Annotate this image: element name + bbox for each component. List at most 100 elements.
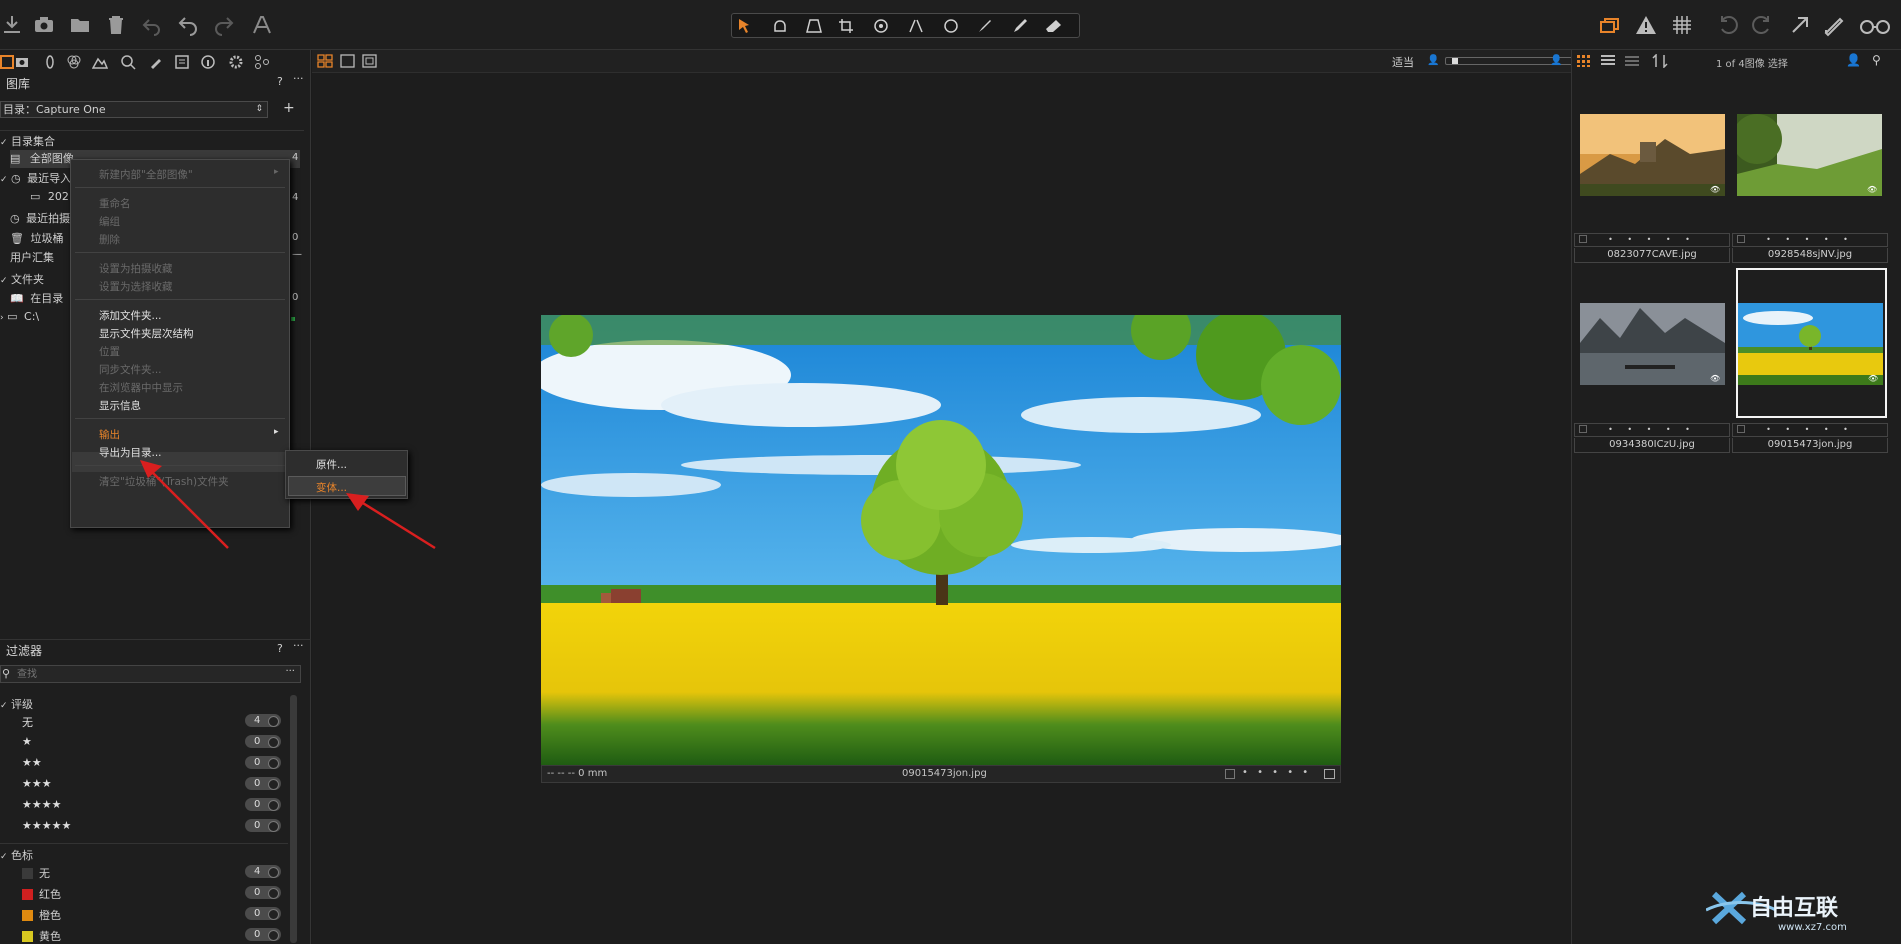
color-count-toggle[interactable]: 0 <box>245 928 281 941</box>
grid-icon[interactable] <box>1670 13 1694 37</box>
color-tab-icon[interactable] <box>66 54 82 70</box>
rating-filter-row[interactable]: 无4 <box>22 714 286 732</box>
sort-icon[interactable] <box>1652 54 1668 68</box>
thumbnail-image[interactable]: 👁 <box>1738 303 1883 385</box>
rating-filter-row[interactable]: ★★★★★ 0 <box>22 819 286 837</box>
thumb-rating-dots[interactable]: • • • • • <box>1574 233 1730 247</box>
info-icon[interactable] <box>1324 769 1335 779</box>
rating-filter-row[interactable]: ★★★★ 0 <box>22 798 286 816</box>
lens-tab-icon[interactable] <box>42 54 58 70</box>
output-tab-icon[interactable] <box>174 54 190 70</box>
thumb-checkbox[interactable] <box>1579 235 1587 243</box>
rotate-right-icon[interactable] <box>1750 13 1774 37</box>
rating-count-toggle[interactable]: 0 <box>245 798 281 811</box>
thumb-grid-icon[interactable] <box>1576 54 1592 68</box>
metadata-tab-icon[interactable] <box>200 54 216 70</box>
rating-count-toggle[interactable]: 4 <box>245 714 281 727</box>
context-menu-item[interactable]: 显示信息 <box>99 398 141 413</box>
thumb-checkbox[interactable] <box>1737 235 1745 243</box>
pan-icon[interactable] <box>770 18 796 34</box>
glasses-icon[interactable] <box>1858 13 1892 37</box>
crop-icon[interactable] <box>838 18 864 34</box>
thumbnail-image[interactable]: 👁 <box>1580 114 1725 196</box>
drive-item[interactable]: › ▭ C:\ <box>0 310 39 328</box>
brush-icon[interactable] <box>976 18 1002 34</box>
thumbnail-image[interactable]: 👁 <box>1737 114 1882 196</box>
color-filter-row[interactable]: 黄色 0 <box>22 928 286 944</box>
rotate-icon[interactable] <box>872 18 898 34</box>
undo-icon[interactable] <box>176 13 200 37</box>
rating-count-toggle[interactable]: 0 <box>245 735 281 748</box>
color-count-toggle[interactable]: 4 <box>245 865 281 878</box>
thumb-rating-dots[interactable]: • • • • • <box>1574 423 1730 437</box>
recent-captures-item[interactable]: ◷ 最近拍摄 <box>10 210 70 228</box>
rating-filter-row[interactable]: ★ 0 <box>22 735 286 753</box>
add-catalog-icon[interactable]: + <box>283 100 295 116</box>
library-help[interactable]: ? <box>277 75 283 88</box>
trash-icon[interactable] <box>104 13 128 37</box>
zoom-fit-label[interactable]: 适当 <box>1392 54 1414 70</box>
color-filter-row[interactable]: 红色 0 <box>22 886 286 904</box>
context-menu-item[interactable]: 添加文件夹... <box>99 308 162 323</box>
rating-dots[interactable]: • • • • • <box>1242 767 1311 778</box>
adjust-tab-icon[interactable] <box>148 54 164 70</box>
rating-count-toggle[interactable]: 0 <box>245 756 281 769</box>
recent-imports-item[interactable]: ✓ ◷ 最近导入 <box>0 170 71 188</box>
search-browser-icon[interactable]: ⚲ <box>1872 53 1881 67</box>
user-icon[interactable]: 👤 <box>1846 53 1861 67</box>
warning-icon[interactable] <box>1634 13 1658 37</box>
multi-view-icon[interactable] <box>317 54 333 68</box>
context-menu-item[interactable]: 输出 <box>99 427 120 442</box>
single-view-icon[interactable] <box>340 54 356 68</box>
details-tab-icon[interactable] <box>120 54 136 70</box>
folder-icon[interactable] <box>68 13 92 37</box>
filters-menu-icon[interactable]: ··· <box>293 639 304 652</box>
context-menu-item[interactable]: 显示文件夹层次结构 <box>99 326 194 341</box>
filters-help[interactable]: ? <box>277 642 283 655</box>
settings-tab-icon[interactable] <box>228 54 244 70</box>
edit-icon[interactable] <box>1822 13 1846 37</box>
filter-search-box[interactable]: ⚲ ··· <box>0 665 301 683</box>
user-collections-item[interactable]: 用户汇集 <box>10 249 54 267</box>
undo-all-icon[interactable] <box>140 13 164 37</box>
thumb-checkbox[interactable] <box>1737 425 1745 433</box>
batch-tab-icon[interactable] <box>254 54 270 70</box>
thumb-rating-dots[interactable]: • • • • • <box>1732 233 1888 247</box>
in-catalog-item[interactable]: 📖 在目录 <box>10 290 63 308</box>
catalog-dropdown[interactable]: 目录：Capture One ⇕ <box>0 101 268 118</box>
trash-item[interactable]: 🗑 垃圾桶 <box>10 230 63 248</box>
rating-header[interactable]: ✓ 评级 <box>0 696 33 714</box>
text-icon[interactable] <box>250 13 274 37</box>
color-tag-header[interactable]: ✓ 色标 <box>0 847 33 865</box>
capture-tab-icon[interactable] <box>14 54 30 70</box>
rating-filter-row[interactable]: ★★★ 0 <box>22 777 286 795</box>
search-options-icon[interactable]: ··· <box>285 666 295 677</box>
thumb-checkbox[interactable] <box>1579 425 1587 433</box>
camera-icon[interactable] <box>32 13 56 37</box>
proof-view-icon[interactable] <box>362 54 378 68</box>
color-count-toggle[interactable]: 0 <box>245 886 281 899</box>
library-menu-icon[interactable]: ··· <box>293 72 304 85</box>
rotate-left-icon[interactable] <box>1716 13 1740 37</box>
straighten-icon[interactable] <box>906 18 932 34</box>
keystone-icon[interactable] <box>804 18 830 34</box>
eyedropper-icon[interactable] <box>1010 18 1036 34</box>
layers-icon[interactable] <box>1598 13 1622 37</box>
exposure-tab-icon[interactable] <box>92 54 108 70</box>
rating-filter-row[interactable]: ★★ 0 <box>22 756 286 774</box>
collections-header[interactable]: ✓ 目录集合 <box>0 133 55 151</box>
import-icon[interactable] <box>0 13 24 37</box>
expand-icon[interactable] <box>1788 13 1812 37</box>
rating-count-toggle[interactable]: 0 <box>245 819 281 832</box>
thumb-rating-dots[interactable]: • • • • • <box>1732 423 1888 437</box>
list-view-icon[interactable] <box>1600 54 1616 68</box>
color-count-toggle[interactable]: 0 <box>245 907 281 920</box>
thumbnail-image[interactable]: 👁 <box>1580 303 1725 385</box>
zoom-slider-thumb[interactable] <box>1452 58 1458 64</box>
folders-header[interactable]: ✓ 文件夹 <box>0 271 44 289</box>
circle-icon[interactable] <box>942 18 968 34</box>
select-icon[interactable] <box>736 18 762 34</box>
filter-scrollbar[interactable] <box>290 695 297 943</box>
rating-count-toggle[interactable]: 0 <box>245 777 281 790</box>
select-checkbox[interactable] <box>1225 769 1235 779</box>
